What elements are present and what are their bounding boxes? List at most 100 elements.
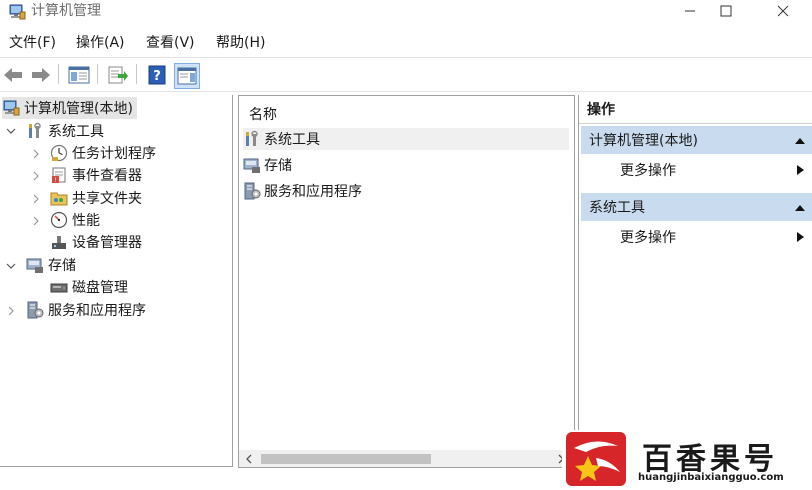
action-section-label: 系统工具 xyxy=(589,200,645,216)
toolbar-separator xyxy=(136,64,137,84)
actions-header: 操作 xyxy=(579,95,812,124)
list-item-label: 存储 xyxy=(264,158,292,174)
minimize-icon xyxy=(685,10,695,12)
tree-label: 计算机管理(本地) xyxy=(24,101,133,117)
menu-bar: 文件(F) 操作(A) 查看(V) 帮助(H) xyxy=(0,31,812,55)
close-icon xyxy=(777,5,789,17)
column-header-name[interactable]: 名称 xyxy=(249,104,277,124)
performance-gauge-icon xyxy=(50,211,68,229)
action-section-computer-management[interactable]: 计算机管理(本地) xyxy=(581,126,812,154)
toolbar: ? xyxy=(0,57,812,92)
submenu-arrow-icon xyxy=(797,232,804,242)
back-button[interactable] xyxy=(1,63,25,87)
tree-item-performance[interactable]: 性能 xyxy=(50,209,100,231)
actions-title: 操作 xyxy=(587,102,615,118)
close-button[interactable] xyxy=(760,0,806,22)
chevron-right-icon[interactable] xyxy=(31,194,41,204)
chevron-right-icon[interactable] xyxy=(6,306,16,316)
tree-item-task-scheduler[interactable]: 任务计划程序 xyxy=(50,142,156,164)
list-item-services-applications[interactable]: 服务和应用程序 xyxy=(243,180,362,202)
storage-icon xyxy=(243,156,261,174)
tree-label: 磁盘管理 xyxy=(72,280,128,296)
tree-label: 事件查看器 xyxy=(72,168,142,184)
title-bar: 计算机管理 xyxy=(0,0,812,26)
chevron-right-icon[interactable] xyxy=(31,171,41,181)
window-title: 计算机管理 xyxy=(31,3,101,19)
action-section-label: 计算机管理(本地) xyxy=(589,133,698,149)
tree-label: 服务和应用程序 xyxy=(48,303,146,319)
computer-management-icon xyxy=(8,3,26,21)
shared-folder-icon xyxy=(50,189,68,207)
menu-action[interactable]: 操作(A) xyxy=(76,34,125,52)
show-hide-action-pane-button[interactable] xyxy=(174,63,200,89)
tree-item-computer-management-local[interactable]: 计算机管理(本地) xyxy=(2,97,137,119)
tools-icon xyxy=(243,130,261,148)
action-section-system-tools[interactable]: 系统工具 xyxy=(581,193,812,221)
tree-item-system-tools[interactable]: 系统工具 xyxy=(26,120,104,142)
tree-item-storage[interactable]: 存储 xyxy=(26,254,76,276)
device-manager-icon xyxy=(50,233,68,251)
action-pane-icon xyxy=(177,67,197,85)
tree-item-event-viewer[interactable]: ! 事件查看器 xyxy=(50,164,142,186)
action-label: 更多操作 xyxy=(620,163,676,179)
tree-item-device-manager[interactable]: 设备管理器 xyxy=(50,231,142,253)
watermark: 百香果号 huangjinbaixiangguo.com xyxy=(562,430,812,489)
export-list-icon xyxy=(108,66,128,84)
tree-label: 系统工具 xyxy=(48,124,104,140)
tree-label: 存储 xyxy=(48,258,76,274)
horizontal-scrollbar[interactable] xyxy=(239,450,574,467)
maximize-button[interactable] xyxy=(703,0,749,22)
forward-button[interactable] xyxy=(29,63,53,87)
watermark-url: huangjinbaixiangguo.com xyxy=(638,472,784,483)
help-icon: ? xyxy=(148,65,166,85)
services-icon xyxy=(26,301,44,319)
tree-label: 设备管理器 xyxy=(72,235,142,251)
forward-icon xyxy=(32,68,50,82)
list-item-label: 服务和应用程序 xyxy=(264,184,362,200)
event-log-icon: ! xyxy=(50,166,68,184)
toolbar-separator xyxy=(58,64,59,84)
submenu-arrow-icon xyxy=(797,165,804,175)
computer-management-icon xyxy=(2,99,20,117)
chevron-down-icon[interactable] xyxy=(6,126,16,136)
tools-icon xyxy=(26,122,44,140)
watermark-logo-icon xyxy=(566,432,626,486)
tree-label: 性能 xyxy=(72,213,100,229)
scroll-left-button[interactable] xyxy=(243,453,255,465)
svg-text:?: ? xyxy=(153,69,161,84)
chevron-right-icon[interactable] xyxy=(31,149,41,159)
console-tree-icon xyxy=(68,66,90,84)
tree-label: 共享文件夹 xyxy=(72,191,142,207)
menu-view[interactable]: 查看(V) xyxy=(146,34,195,52)
console-tree: 计算机管理(本地) 系统工具 任务计划程序 ! 事件查看器 共享文件夹 性能 设… xyxy=(0,95,233,467)
action-more-actions[interactable]: 更多操作 xyxy=(581,223,812,251)
tree-item-services-applications[interactable]: 服务和应用程序 xyxy=(26,299,146,321)
list-item-storage[interactable]: 存储 xyxy=(243,154,292,176)
list-item-label: 系统工具 xyxy=(264,132,320,148)
collapse-triangle-icon xyxy=(795,138,805,144)
services-icon xyxy=(243,182,261,200)
menu-help[interactable]: 帮助(H) xyxy=(216,34,265,52)
actions-pane: 操作 计算机管理(本地) 更多操作 系统工具 更多操作 xyxy=(578,95,812,466)
collapse-triangle-icon xyxy=(795,205,805,211)
menu-file[interactable]: 文件(F) xyxy=(9,34,56,52)
export-list-button[interactable] xyxy=(106,63,130,87)
maximize-icon xyxy=(720,5,732,17)
results-list: 名称 系统工具 存储 服务和应用程序 xyxy=(238,95,575,468)
chevron-right-icon[interactable] xyxy=(31,216,41,226)
chevron-left-icon xyxy=(246,454,252,464)
disk-icon xyxy=(50,278,68,296)
tree-item-disk-management[interactable]: 磁盘管理 xyxy=(50,276,128,298)
toolbar-separator xyxy=(97,64,98,84)
back-icon xyxy=(4,68,22,82)
help-button[interactable]: ? xyxy=(145,63,169,87)
clock-icon xyxy=(50,144,68,162)
list-item-system-tools[interactable]: 系统工具 xyxy=(243,128,569,150)
chevron-down-icon[interactable] xyxy=(6,261,16,271)
show-hide-console-tree-button[interactable] xyxy=(67,63,91,87)
tree-label: 任务计划程序 xyxy=(72,146,156,162)
tree-item-shared-folders[interactable]: 共享文件夹 xyxy=(50,187,142,209)
svg-text:!: ! xyxy=(54,177,56,184)
action-more-actions[interactable]: 更多操作 xyxy=(581,156,812,184)
scrollbar-thumb[interactable] xyxy=(261,454,431,464)
